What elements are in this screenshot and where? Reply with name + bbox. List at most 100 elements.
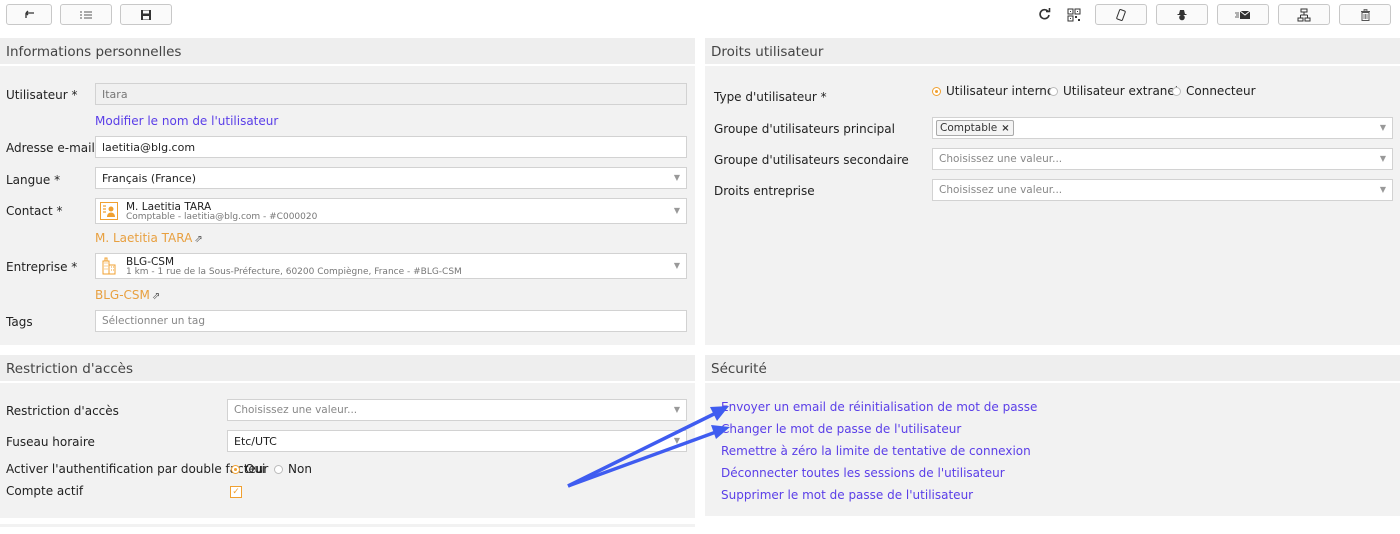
twofa-no-radio[interactable]: Non [274, 462, 312, 476]
spy-button[interactable] [1156, 4, 1208, 25]
active-account-checkbox[interactable]: ✓ [230, 486, 242, 498]
company-rights-select[interactable]: Choisissez une valeur... ▼ [932, 179, 1393, 201]
contact-link-text: M. Laetitia TARA [95, 231, 193, 245]
timezone-value: Etc/UTC [234, 434, 277, 448]
email-field[interactable]: laetitia@blg.com [95, 136, 687, 158]
access-restriction-header: Restriction d'accès [0, 355, 695, 383]
panel-title: Sécurité [711, 361, 767, 377]
timezone-select[interactable]: Etc/UTC ▼ [227, 430, 687, 452]
user-type-internal-radio[interactable]: Utilisateur interne [932, 84, 1054, 98]
contact-card-icon [100, 202, 118, 220]
user-type-extranet-radio[interactable]: Utilisateur extranet [1049, 84, 1180, 98]
user-type-label: Type d'utilisateur * [714, 90, 827, 104]
chevron-down-icon: ▼ [673, 206, 680, 215]
qr-code-button[interactable] [1062, 4, 1086, 25]
toolbar [0, 0, 1400, 30]
rename-user-link[interactable]: Modifier le nom de l'utilisateur [95, 114, 278, 128]
company-label: Entreprise * [6, 260, 78, 274]
restriction-select[interactable]: Choisissez une valeur... ▼ [227, 399, 687, 421]
chevron-down-icon: ▼ [673, 173, 680, 182]
mobile-icon [1116, 8, 1126, 21]
restriction-placeholder: Choisissez une valeur... [234, 404, 358, 416]
user-type-connector-radio[interactable]: Connecteur [1172, 84, 1256, 98]
close-icon[interactable]: × [1001, 123, 1009, 134]
active-account-label: Compte actif [6, 484, 84, 498]
security-panel: Sécurité Envoyer un email de réinitialis… [705, 355, 1400, 516]
org-chart-icon [1297, 8, 1311, 21]
radio-label: Connecteur [1186, 84, 1256, 98]
chevron-down-icon: ▼ [1379, 185, 1386, 194]
personal-info-panel: Informations personnelles Utilisateur * … [0, 38, 695, 345]
panel-title: Informations personnelles [6, 44, 182, 60]
contact-link[interactable]: M. Laetitia TARA ⇗ [95, 231, 203, 245]
secondary-group-placeholder: Choisissez une valeur... [939, 153, 1063, 165]
email-button[interactable] [1217, 4, 1269, 25]
radio-label: Oui [245, 462, 266, 476]
external-link-icon: ⇗ [194, 234, 203, 245]
save-button[interactable] [120, 4, 172, 25]
secondary-group-select[interactable]: Choisissez une valeur... ▼ [932, 148, 1393, 170]
restriction-label: Restriction d'accès [6, 404, 119, 418]
radio-dot [932, 86, 941, 96]
email-icon [1235, 10, 1251, 19]
bottom-panel-edge [0, 524, 695, 527]
chevron-down-icon: ▼ [1379, 123, 1386, 132]
chevron-down-icon: ▼ [673, 405, 680, 414]
user-value: Itara [102, 87, 128, 101]
tags-placeholder: Sélectionner un tag [102, 315, 206, 327]
email-value: laetitia@blg.com [102, 140, 196, 154]
spy-icon [1177, 9, 1187, 20]
refresh-icon [1038, 8, 1050, 20]
radio-dot [231, 464, 240, 474]
radio-dot [1172, 86, 1181, 96]
panel-title: Droits utilisateur [711, 44, 824, 60]
chevron-down-icon: ▼ [1379, 154, 1386, 163]
user-rights-header: Droits utilisateur [705, 38, 1400, 66]
tags-label: Tags [6, 315, 33, 329]
user-field[interactable]: Itara [95, 83, 687, 105]
panel-title: Restriction d'accès [6, 361, 134, 377]
user-label: Utilisateur * [6, 88, 78, 102]
checkmark-icon: ✓ [232, 487, 240, 497]
refresh-button[interactable] [1032, 4, 1056, 25]
qr-code-icon [1067, 8, 1081, 21]
mobile-button[interactable] [1095, 4, 1147, 25]
main-group-select[interactable]: Comptable × ▼ [932, 117, 1393, 139]
radio-label: Non [288, 462, 312, 476]
access-restriction-panel: Restriction d'accès Restriction d'accès … [0, 355, 695, 518]
back-button[interactable] [6, 4, 52, 25]
org-chart-button[interactable] [1278, 4, 1330, 25]
twofa-label: Activer l'authentification par double fa… [6, 462, 269, 476]
save-icon [141, 9, 151, 20]
building-icon [102, 257, 116, 275]
trash-icon [1360, 8, 1370, 21]
language-value: Français (France) [102, 171, 196, 185]
reset-login-attempts-link[interactable]: Remettre à zéro la limite de tentative d… [721, 444, 1031, 458]
email-label: Adresse e-mail * [6, 141, 105, 155]
contact-select[interactable]: M. Laetitia TARA Comptable - laetitia@bl… [95, 198, 687, 224]
twofa-yes-radio[interactable]: Oui [231, 462, 265, 476]
language-label: Langue * [6, 173, 61, 187]
contact-label: Contact * [6, 204, 63, 218]
company-rights-label: Droits entreprise [714, 184, 815, 198]
contact-details: Comptable - laetitia@blg.com - #C000020 [126, 212, 318, 222]
delete-password-link[interactable]: Supprimer le mot de passe de l'utilisate… [721, 488, 973, 502]
secondary-group-label: Groupe d'utilisateurs secondaire [714, 153, 909, 167]
company-link[interactable]: BLG-CSM ⇗ [95, 288, 160, 302]
delete-button[interactable] [1339, 4, 1391, 25]
change-password-link[interactable]: Changer le mot de passe de l'utilisateur [721, 422, 961, 436]
chevron-down-icon: ▼ [673, 261, 680, 270]
radio-dot [274, 464, 283, 474]
company-details: 1 km - 1 rue de la Sous-Préfecture, 6020… [126, 267, 462, 277]
company-select[interactable]: BLG-CSM 1 km - 1 rue de la Sous-Préfectu… [95, 253, 687, 279]
logout-all-sessions-link[interactable]: Déconnecter toutes les sessions de l'uti… [721, 466, 1005, 480]
tags-input[interactable]: Sélectionner un tag [95, 310, 687, 332]
personal-info-header: Informations personnelles [0, 38, 695, 66]
timezone-label: Fuseau horaire [6, 435, 95, 449]
group-tag[interactable]: Comptable × [936, 120, 1014, 136]
list-button[interactable] [60, 4, 112, 25]
group-tag-label: Comptable [940, 122, 998, 134]
main-group-label: Groupe d'utilisateurs principal [714, 122, 895, 136]
send-reset-email-link[interactable]: Envoyer un email de réinitialisation de … [721, 400, 1037, 414]
language-select[interactable]: Français (France) ▼ [95, 167, 687, 189]
